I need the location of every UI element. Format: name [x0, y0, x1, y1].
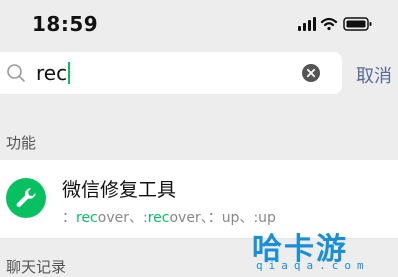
- search-icon: [7, 64, 25, 82]
- clear-icon[interactable]: [302, 64, 320, 82]
- cellular-signal-icon: [298, 17, 316, 31]
- wifi-icon: [320, 17, 338, 31]
- status-icons: [298, 16, 374, 32]
- cancel-button[interactable]: 取消: [356, 62, 392, 88]
- result-subtitle: ：recover、:recover、：up、:up: [62, 210, 276, 226]
- status-time: 18:59: [32, 12, 99, 36]
- watermark-url: qiaqa.com: [256, 259, 370, 272]
- status-bar: 18:59: [0, 0, 398, 48]
- app-icon: [6, 178, 46, 218]
- search-query: rec: [36, 61, 71, 85]
- wrench-icon: [16, 188, 36, 208]
- search-input[interactable]: rec: [0, 52, 342, 94]
- result-title: 微信修复工具: [62, 179, 177, 201]
- watermark-logo: 哈卡游 qiaqa.com: [246, 226, 398, 274]
- battery-icon: [343, 17, 372, 31]
- text-caret: [68, 62, 71, 84]
- search-row: rec 取消: [0, 52, 398, 94]
- section-header-functions: 功能: [6, 134, 37, 152]
